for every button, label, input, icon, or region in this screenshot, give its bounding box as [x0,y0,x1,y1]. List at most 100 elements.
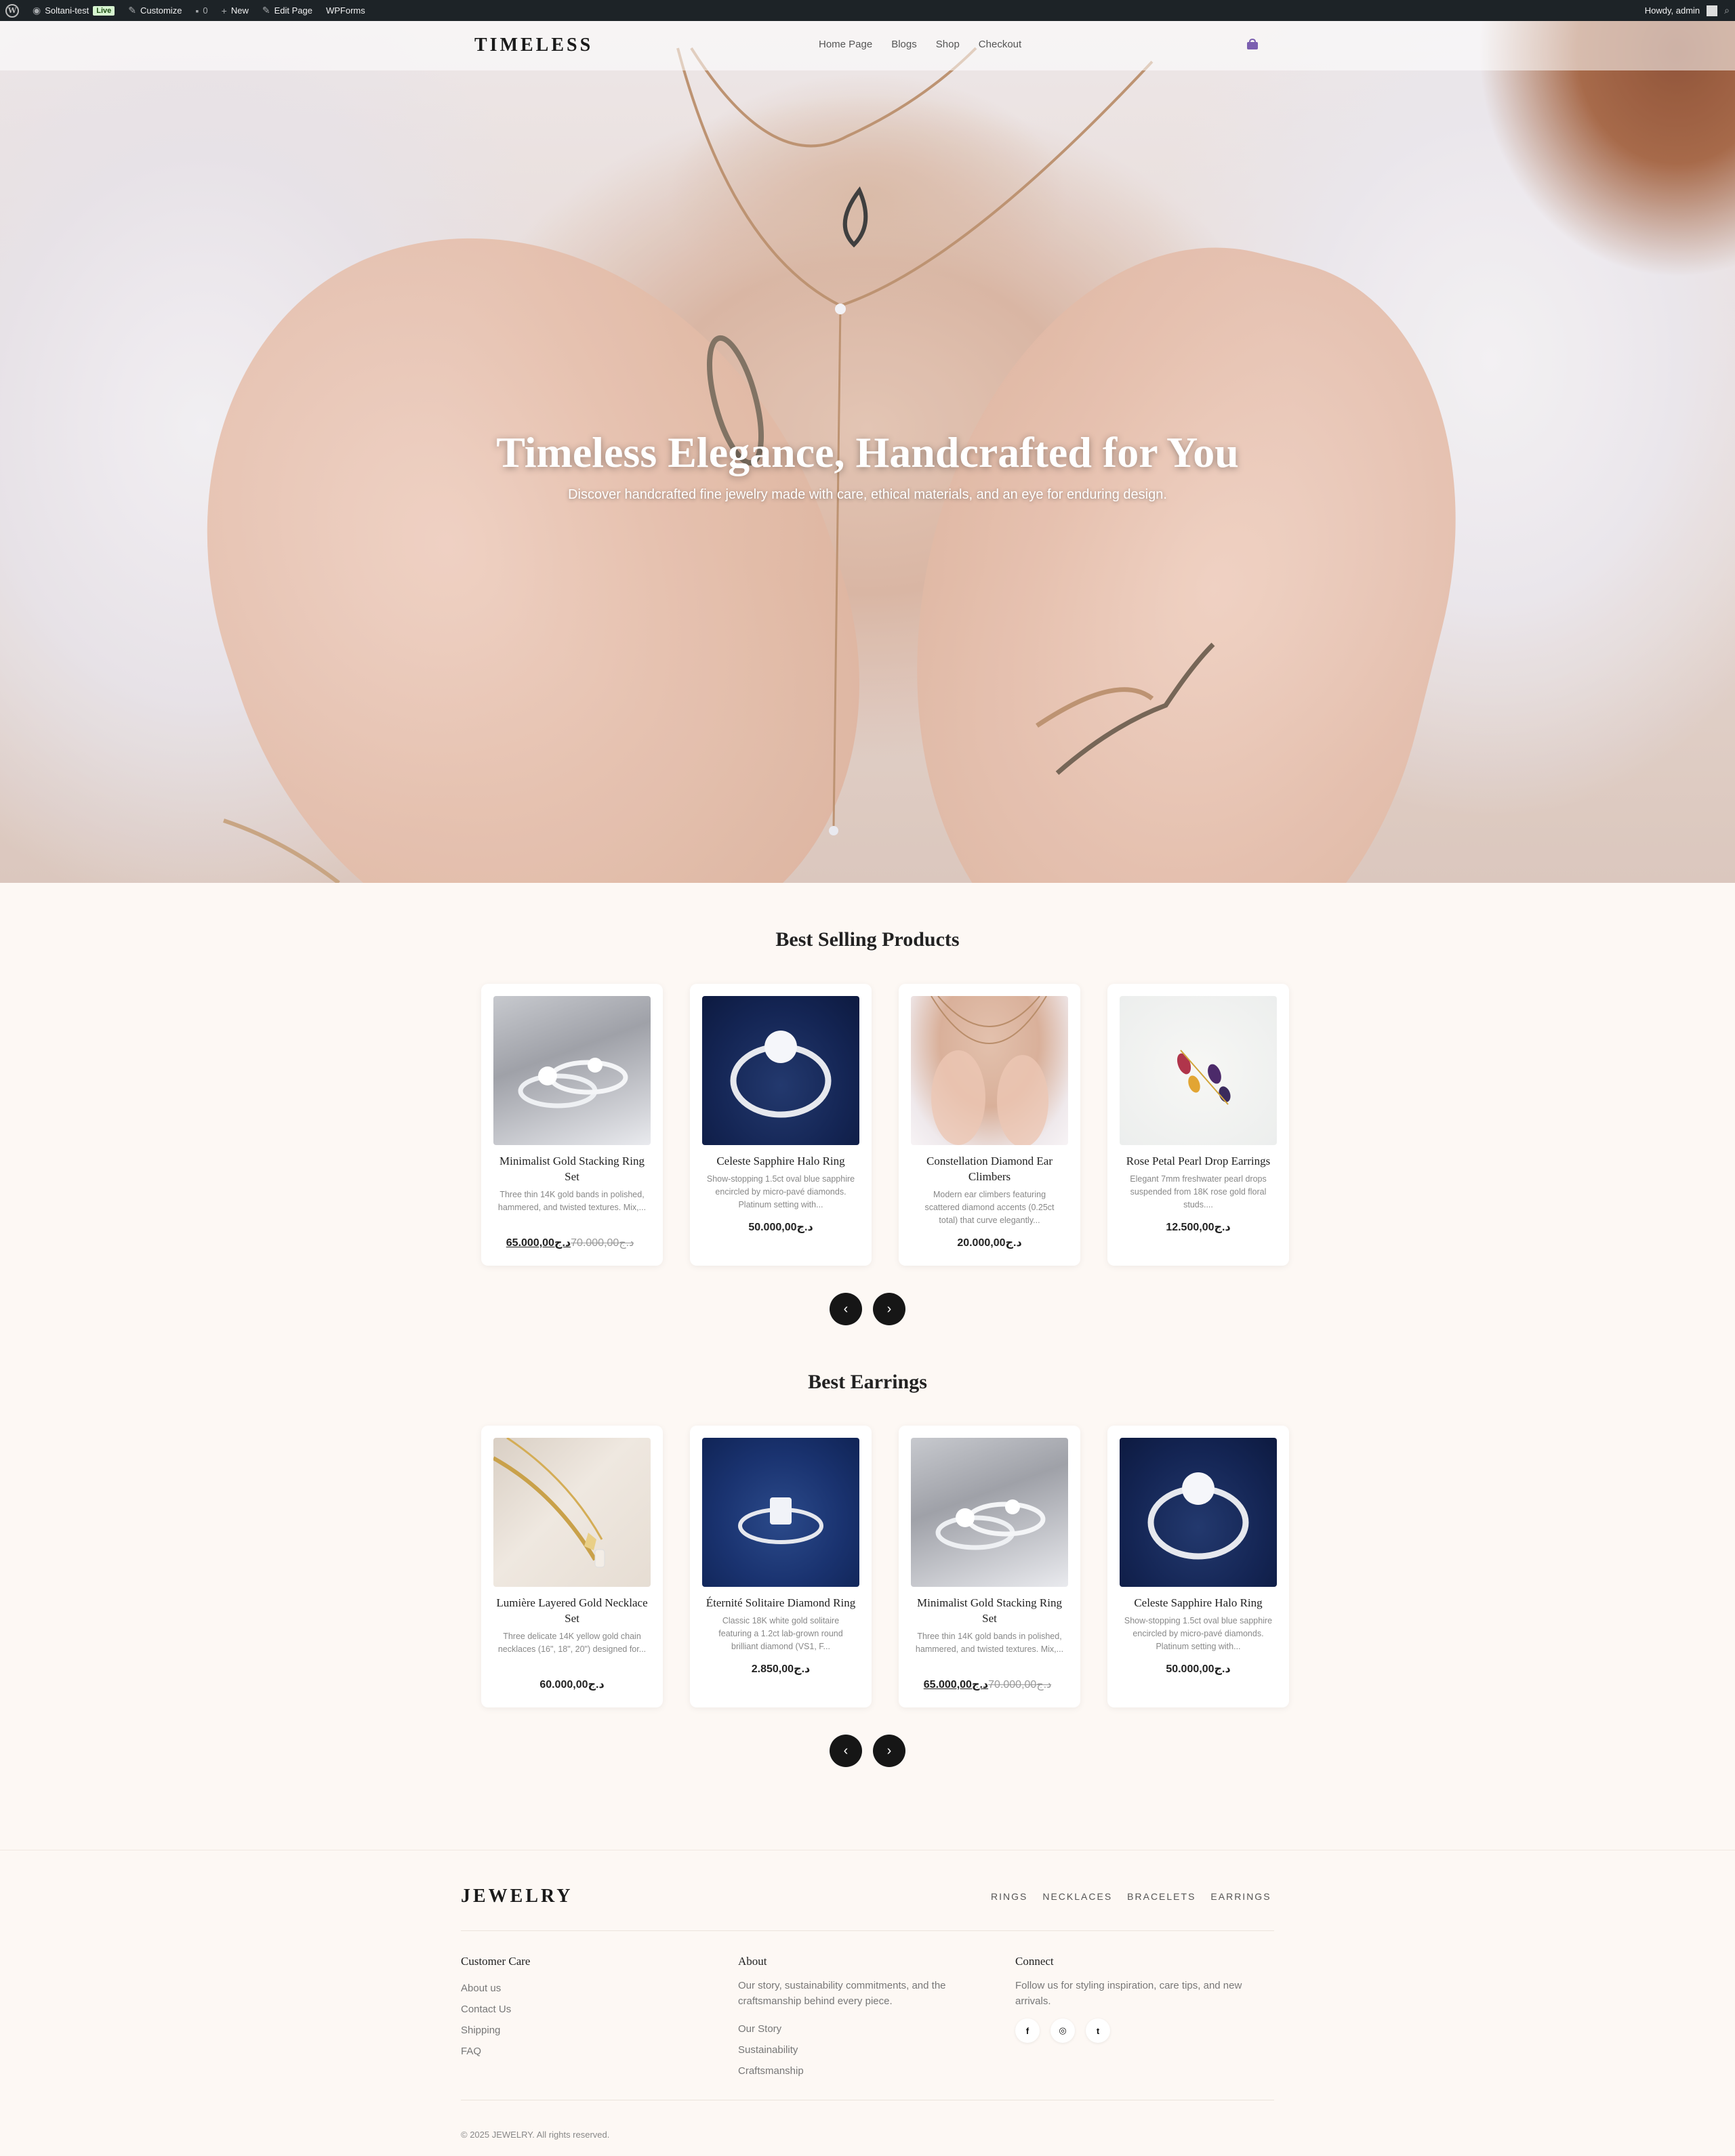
about-heading: About [738,1955,767,1968]
product-name[interactable]: Celeste Sapphire Halo Ring [702,1153,859,1169]
product-price: د.ج70.000,00د.ج65.000,00 [493,1236,651,1249]
about-text: Our story, sustainability commitments, a… [738,1980,946,2007]
instagram-icon[interactable]: ◎ [1050,2018,1075,2043]
ring-illustration [738,1497,823,1544]
product-image[interactable] [911,996,1068,1145]
site-name: Soltani-test [45,5,89,16]
product-name[interactable]: Constellation Diamond Ear Climbers [911,1153,1068,1184]
price: د.ج12.500,00 [1166,1222,1231,1233]
search-icon[interactable]: ⌕ [1724,5,1730,16]
product-image[interactable] [702,1438,859,1587]
footer-nav-necklaces[interactable]: NECKLACES [1042,1891,1112,1902]
price: د.ج20.000,00 [957,1237,1022,1249]
site-header: TIMELESS Home Page Blogs Shop Checkout [0,21,1735,70]
product-price: د.ج70.000,00د.ج65.000,00 [911,1678,1068,1691]
wordpress-icon: W [5,3,19,18]
product-description: Classic 18K white gold solitaire featuri… [718,1616,843,1651]
product-name[interactable]: Éternité Solitaire Diamond Ring [702,1595,859,1611]
product-name[interactable]: Lumière Layered Gold Necklace Set [493,1595,651,1626]
product-card[interactable]: Minimalist Gold Stacking Ring Set Three … [899,1426,1080,1707]
nav-checkout[interactable]: Checkout [979,39,1021,50]
footer-customer-care: Customer Care About us Contact Us Shippi… [461,1955,718,2062]
product-price: د.ج50.000,00 [1120,1662,1277,1676]
old-price: د.ج70.000,00 [988,1679,1052,1691]
nav-blogs[interactable]: Blogs [891,39,917,50]
connect-heading: Connect [1015,1955,1054,1968]
footer-link-about-us[interactable]: About us [461,1978,718,1999]
twitter-icon[interactable]: t [1086,2018,1110,2043]
footer-logo[interactable]: JEWELRY [461,1886,573,1907]
customize-link[interactable]: ✎ Customize [128,5,182,16]
ring-illustration [1147,1472,1249,1560]
carousel-prev-button[interactable]: ‹ [830,1293,862,1325]
product-description: Show-stopping 1.5ct oval blue sapphire e… [706,1174,855,1209]
footer-nav-bracelets[interactable]: BRACELETS [1127,1891,1196,1902]
product-card[interactable]: Éternité Solitaire Diamond Ring Classic … [690,1426,872,1707]
comment-icon: ▪ [195,5,199,16]
product-description: Elegant 7mm freshwater pearl drops suspe… [1130,1174,1267,1209]
product-card[interactable]: Minimalist Gold Stacking Ring Set Three … [481,984,663,1266]
edit-page-link[interactable]: ✎ Edit Page [262,5,312,16]
footer-link-contact-us[interactable]: Contact Us [461,1999,718,2020]
cart-icon[interactable] [1246,39,1259,51]
footer-nav-earrings[interactable]: EARRINGS [1210,1891,1271,1902]
comments-link[interactable]: ▪ 0 [195,5,207,16]
product-card[interactable]: Constellation Diamond Ear Climbers Moder… [899,984,1080,1266]
product-price: د.ج12.500,00 [1120,1220,1277,1234]
nav-shop[interactable]: Shop [936,39,960,50]
nav-home-page[interactable]: Home Page [819,39,872,50]
avatar[interactable] [1707,5,1718,16]
product-description: Show-stopping 1.5ct oval blue sapphire e… [1124,1616,1273,1651]
social-links: f ◎ t [1015,2018,1273,2043]
footer-link-shipping[interactable]: Shipping [461,2020,718,2041]
product-image[interactable] [493,1438,651,1587]
wp-logo-menu[interactable]: W [5,3,19,18]
carousel-next-button[interactable]: › [873,1735,905,1767]
product-name[interactable]: Rose Petal Pearl Drop Earrings [1120,1153,1277,1169]
product-description: Three thin 14K gold bands in polished, h… [497,1190,647,1212]
product-image[interactable] [1120,1438,1277,1587]
price: د.ج50.000,00 [1166,1663,1231,1675]
site-logo[interactable]: TIMELESS [474,35,593,56]
product-card[interactable]: Celeste Sapphire Halo Ring Show-stopping… [1107,1426,1289,1707]
best-selling-title: Best Selling Products [775,928,960,951]
product-name[interactable]: Celeste Sapphire Halo Ring [1120,1595,1277,1611]
site-name-menu[interactable]: ◉ Soltani-test Live [33,5,115,16]
product-image[interactable] [702,996,859,1145]
footer-link-craftsmanship[interactable]: Craftsmanship [738,2060,996,2081]
ring-illustration [518,1058,628,1108]
product-description: Three thin 14K gold bands in polished, h… [915,1632,1064,1654]
product-image[interactable] [493,996,651,1145]
best-earrings-title: Best Earrings [808,1371,927,1393]
howdy-account[interactable]: Howdy, admin [1645,5,1700,16]
wpforms-link[interactable]: WPForms [326,5,365,16]
facebook-icon[interactable]: f [1015,2018,1040,2043]
product-image[interactable] [1120,996,1277,1145]
best-earrings-carousel-controls: ‹ › [0,1735,1735,1767]
product-price: د.ج2.850,00 [702,1662,859,1676]
footer-link-sustainability[interactable]: Sustainability [738,2039,996,2060]
carousel-next-button[interactable]: › [873,1293,905,1325]
site-footer: JEWELRY RINGS NECKLACES BRACELETS EARRIN… [0,1850,1735,2156]
product-image[interactable] [911,1438,1068,1587]
product-price: د.ج20.000,00 [911,1236,1068,1249]
product-name[interactable]: Minimalist Gold Stacking Ring Set [911,1595,1068,1626]
best-earrings-carousel: Lumière Layered Gold Necklace Set Three … [481,1426,1289,1707]
carousel-prev-button[interactable]: ‹ [830,1735,862,1767]
footer-nav: RINGS NECKLACES BRACELETS EARRINGS [991,1891,1271,1902]
product-price: د.ج60.000,00 [493,1678,651,1691]
product-card[interactable]: Lumière Layered Gold Necklace Set Three … [481,1426,663,1707]
best-selling-carousel: Minimalist Gold Stacking Ring Set Three … [481,984,1289,1266]
footer-link-our-story[interactable]: Our Story [738,2018,996,2039]
product-description: Three delicate 14K yellow gold chain nec… [497,1632,647,1654]
price: د.ج2.850,00 [751,1663,811,1675]
main-nav: Home Page Blogs Shop Checkout [819,39,1021,50]
product-name[interactable]: Minimalist Gold Stacking Ring Set [493,1153,651,1184]
footer-link-faq[interactable]: FAQ [461,2041,718,2062]
footer-nav-rings[interactable]: RINGS [991,1891,1027,1902]
hero-subtitle: Discover handcrafted fine jewelry made w… [568,487,1167,502]
product-card[interactable]: Rose Petal Pearl Drop Earrings Elegant 7… [1107,984,1289,1266]
new-label: New [230,5,249,16]
product-card[interactable]: Celeste Sapphire Halo Ring Show-stopping… [690,984,872,1266]
new-content-link[interactable]: + New [222,5,249,16]
